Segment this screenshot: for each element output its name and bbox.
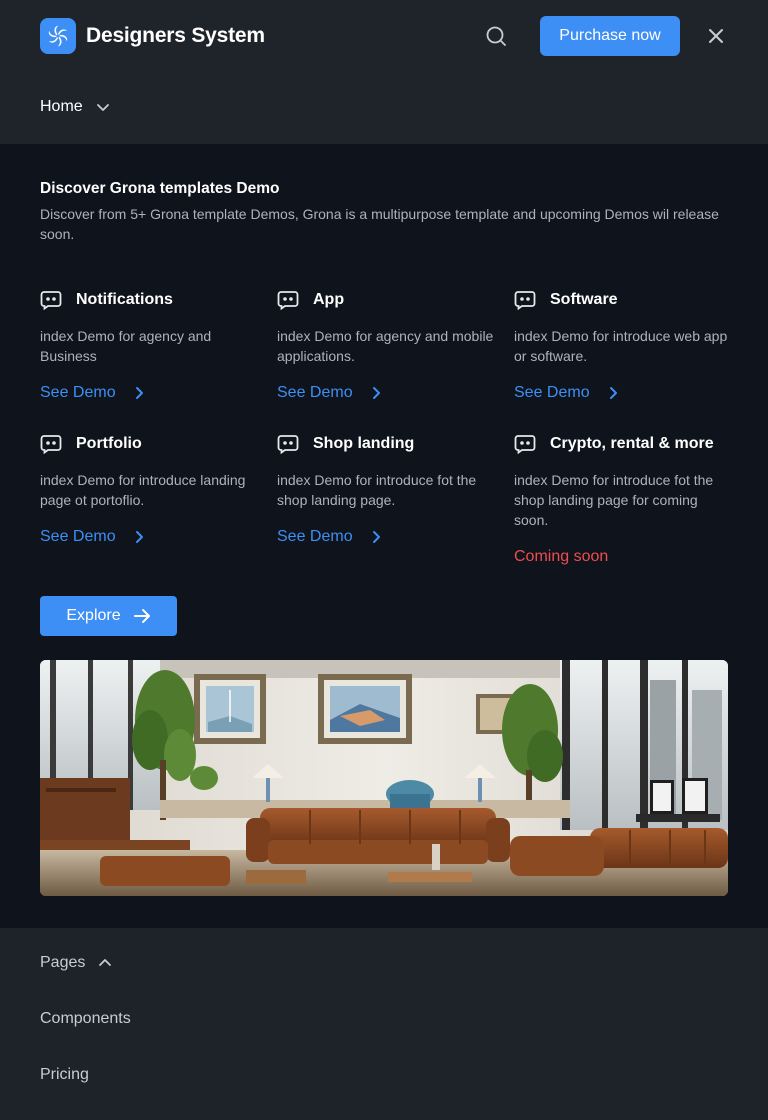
demo-item-portfolio: Portfolio index Demo for introduce landi… <box>40 432 260 546</box>
header: Designers System Purchase now Home <box>0 0 768 144</box>
chevron-down-icon <box>96 104 109 111</box>
see-demo-label: See Demo <box>277 528 353 545</box>
swirl-logo-icon <box>40 18 76 54</box>
panel-description-text: Discover from 5+ Grona template Demos, G… <box>40 206 719 242</box>
chevron-right-icon <box>372 531 380 543</box>
chevron-right-icon <box>135 531 143 543</box>
chevron-up-icon <box>99 959 112 966</box>
explore-label: Explore <box>66 607 121 624</box>
see-demo-link[interactable]: See Demo <box>514 384 734 402</box>
demo-item-crypto-rental: Crypto, rental & more index Demo for int… <box>514 432 734 566</box>
nav-pages-label: Pages <box>40 954 86 971</box>
see-demo-link[interactable]: See Demo <box>40 528 260 546</box>
nav-components-label: Components <box>40 1010 131 1027</box>
chevron-right-icon <box>135 387 143 399</box>
see-demo-link[interactable]: See Demo <box>40 384 260 402</box>
demo-item-description: index Demo for introduce fot the shop la… <box>277 472 477 508</box>
see-demo-label: See Demo <box>514 384 590 401</box>
demo-item-shop-landing: Shop landing index Demo for introduce fo… <box>277 432 497 546</box>
demo-item-description: index Demo for agency and Business <box>40 328 212 364</box>
demo-item-title: App <box>313 291 345 308</box>
see-demo-link[interactable]: See Demo <box>277 528 497 546</box>
see-demo-label: See Demo <box>40 528 116 545</box>
demo-item-title: Software <box>550 291 618 308</box>
demo-item-notifications: Notifications index Demo for agency and … <box>40 288 260 402</box>
panel-description: Discover from 5+ Grona template Demos, G… <box>40 204 720 244</box>
search-icon[interactable] <box>484 24 508 48</box>
bottom-nav: Pages Components Pricing <box>0 928 768 1120</box>
chat-bubble-icon <box>40 435 62 454</box>
see-demo-link[interactable]: See Demo <box>277 384 497 402</box>
demo-item-title: Notifications <box>76 291 173 308</box>
demo-dropdown-panel: Discover Grona templates Demo Discover f… <box>0 144 768 928</box>
demo-item-software: Software index Demo for introduce web ap… <box>514 288 734 402</box>
nav-pricing-label: Pricing <box>40 1066 89 1083</box>
chevron-right-icon <box>372 387 380 399</box>
close-icon[interactable] <box>704 24 728 48</box>
purchase-now-button[interactable]: Purchase now <box>540 16 680 56</box>
brand[interactable]: Designers System <box>40 18 265 54</box>
chat-bubble-icon <box>277 291 299 310</box>
nav-pricing[interactable]: Pricing <box>40 1066 89 1084</box>
chat-bubble-icon <box>514 435 536 454</box>
nav-home[interactable]: Home <box>40 98 111 116</box>
demo-item-title: Crypto, rental & more <box>550 435 714 452</box>
panel-title: Discover Grona templates Demo <box>40 180 280 197</box>
nav-pages[interactable]: Pages <box>40 954 113 972</box>
coming-soon-badge: Coming soon <box>514 548 609 565</box>
demo-item-title: Shop landing <box>313 435 415 452</box>
nav-components[interactable]: Components <box>40 1010 131 1028</box>
demo-item-app: App index Demo for agency and mobile app… <box>277 288 497 402</box>
explore-button[interactable]: Explore <box>40 596 177 636</box>
hero-image <box>40 660 728 896</box>
nav-home-label: Home <box>40 98 83 115</box>
arrow-right-icon <box>133 609 150 623</box>
brand-name: Designers System <box>86 24 265 47</box>
chevron-right-icon <box>609 387 617 399</box>
demo-item-description: index Demo for introduce landing page ot… <box>40 472 246 508</box>
demo-item-description: index Demo for introduce fot the shop la… <box>514 472 714 528</box>
see-demo-label: See Demo <box>277 384 353 401</box>
chat-bubble-icon <box>277 435 299 454</box>
chat-bubble-icon <box>514 291 536 310</box>
demo-item-title: Portfolio <box>76 435 142 452</box>
demo-item-description: index Demo for agency and mobile applica… <box>277 328 494 364</box>
demo-item-description: index Demo for introduce web app or soft… <box>514 328 728 364</box>
see-demo-label: See Demo <box>40 384 116 401</box>
chat-bubble-icon <box>40 291 62 310</box>
